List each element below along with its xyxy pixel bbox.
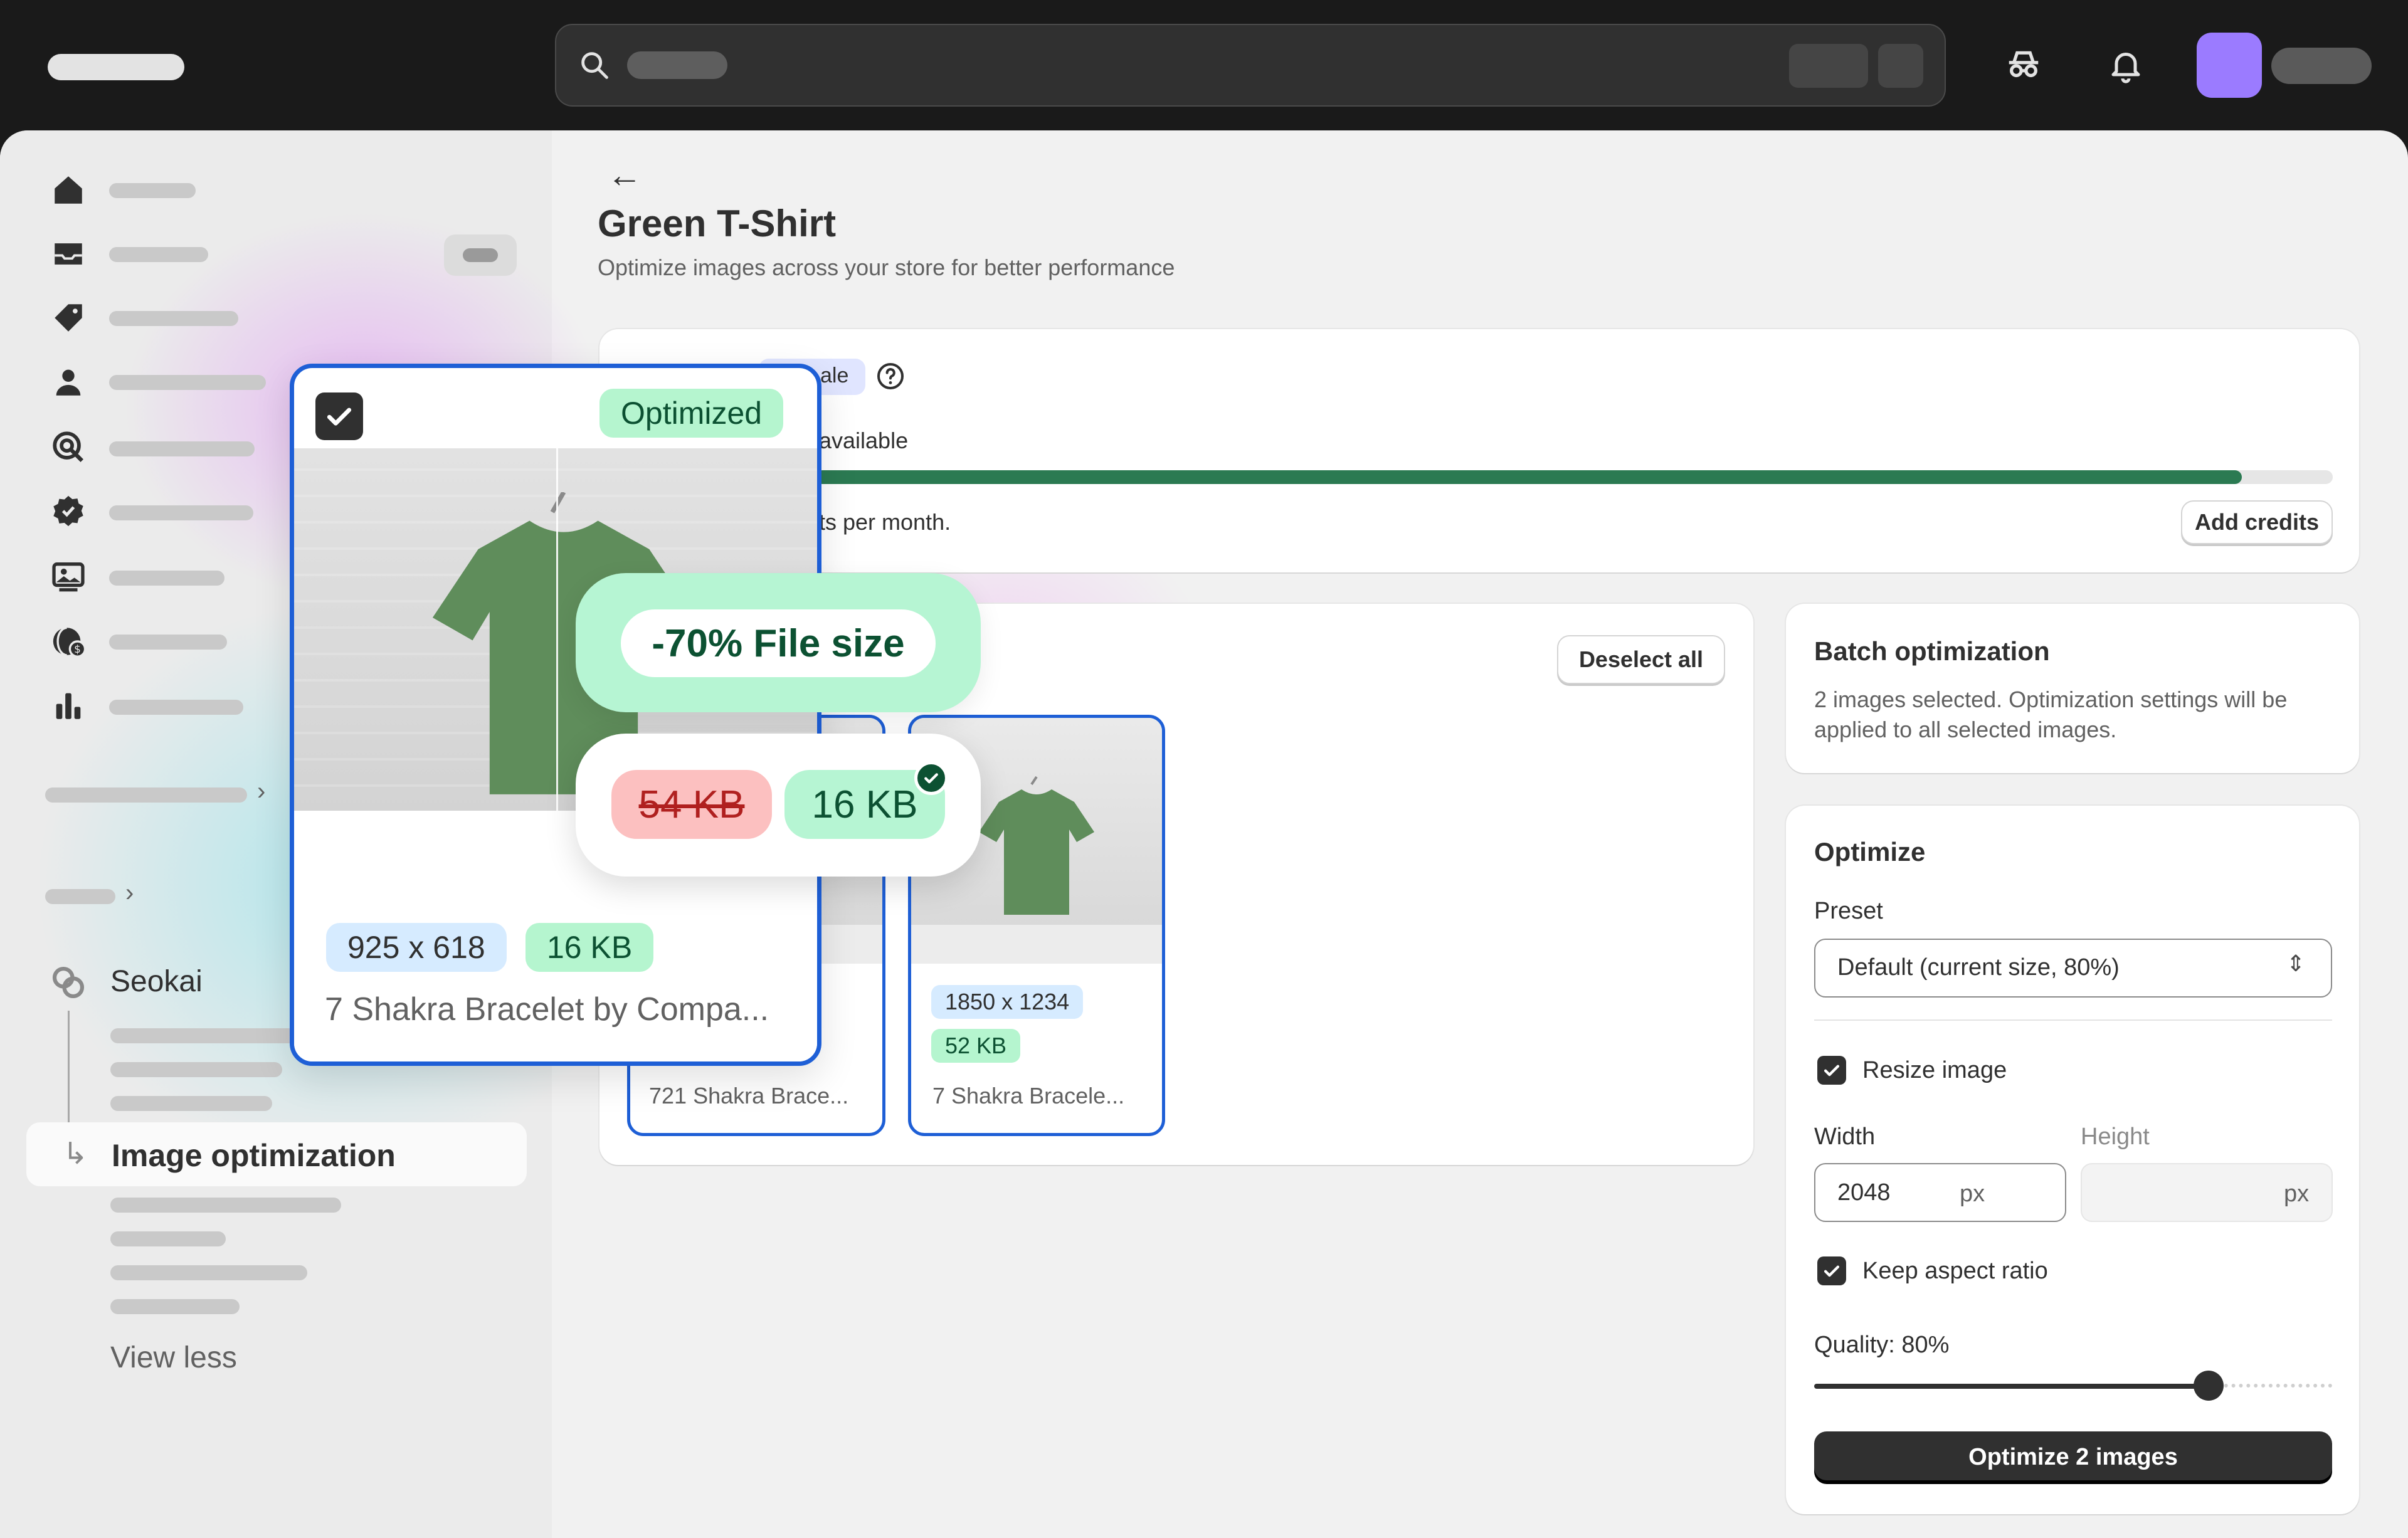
chevron-right-icon[interactable]: › <box>257 777 265 806</box>
preset-label: Preset <box>1814 898 1883 924</box>
page-title: Green T-Shirt <box>598 203 837 245</box>
select-arrows-icon: ⇕ <box>2286 951 2306 976</box>
add-credits-button[interactable]: Add credits <box>2181 500 2333 544</box>
view-less-link[interactable]: View less <box>110 1340 237 1375</box>
plan-badge-text: ale <box>820 364 849 387</box>
image-icon[interactable] <box>50 558 87 594</box>
seokai-app-icon <box>52 966 85 999</box>
target-icon[interactable] <box>50 429 87 465</box>
user-name-placeholder[interactable] <box>2271 48 2372 84</box>
height-label: Height <box>2081 1124 2150 1150</box>
before-after-divider[interactable] <box>556 448 558 811</box>
shortcut-key <box>1789 44 1868 88</box>
sub-item-placeholder[interactable] <box>110 1028 298 1043</box>
incognito-icon[interactable] <box>2004 46 2043 85</box>
image-caption: 721 Shakra Brace... <box>649 1083 849 1109</box>
nav-item-placeholder[interactable] <box>109 247 208 262</box>
search-icon <box>581 52 608 79</box>
nav-item-placeholder[interactable] <box>109 183 196 198</box>
dimensions-badge: 925 x 618 <box>326 923 507 972</box>
sub-item-placeholder[interactable] <box>110 1198 341 1213</box>
avatar[interactable] <box>2197 33 2262 98</box>
preview-checkbox[interactable] <box>315 392 363 440</box>
shortcut-key <box>1878 44 1923 88</box>
image-padding <box>911 925 1162 964</box>
tshirt-icon <box>979 776 1094 915</box>
width-label: Width <box>1814 1124 1876 1150</box>
resize-image-checkbox[interactable] <box>1817 1056 1846 1085</box>
old-size-badge: 54 KB <box>611 770 772 839</box>
seokai-app-label[interactable]: Seokai <box>110 964 203 999</box>
optimize-images-button[interactable]: Optimize 2 images <box>1814 1431 2332 1483</box>
svg-text:$: $ <box>74 643 81 655</box>
image-caption: 7 Shakra Bracelet by Compa... <box>325 991 769 1028</box>
sub-item-placeholder[interactable] <box>110 1265 307 1280</box>
check-icon <box>1824 1065 1840 1077</box>
nav-badge <box>444 234 517 276</box>
resize-image-label: Resize image <box>1862 1057 2007 1083</box>
check-icon <box>327 408 352 426</box>
sub-item-placeholder[interactable] <box>110 1062 282 1077</box>
credits-per-month-text: ts per month. <box>819 509 951 535</box>
nav-item-placeholder[interactable] <box>109 700 243 715</box>
chevron-right-icon[interactable]: › <box>125 879 134 907</box>
credits-progress-bar <box>815 470 2333 484</box>
divider <box>1814 1019 2332 1021</box>
search-placeholder <box>627 51 727 79</box>
preset-select-value: Default (current size, 80%) <box>1837 954 2120 981</box>
sidebar-item-label: Image optimization <box>112 1138 396 1173</box>
nav-item-placeholder[interactable] <box>109 311 238 326</box>
keep-aspect-label: Keep aspect ratio <box>1862 1258 2048 1284</box>
search-bar[interactable] <box>555 24 1946 107</box>
nav-item-placeholder[interactable] <box>109 635 227 650</box>
credits-progress-fill <box>815 470 2242 484</box>
sub-item-placeholder[interactable] <box>110 1299 240 1314</box>
store-logo[interactable] <box>48 54 184 80</box>
optimized-status-badge: Optimized <box>599 389 784 438</box>
tag-icon[interactable] <box>50 300 87 336</box>
inbox-icon[interactable] <box>50 236 87 272</box>
quality-slider-thumb[interactable] <box>2194 1371 2224 1401</box>
optimize-title: Optimize <box>1814 837 1926 866</box>
credits-available-text: available <box>819 428 909 453</box>
file-size-badge: 16 KB <box>525 923 654 972</box>
section-header-placeholder[interactable] <box>45 889 115 904</box>
height-unit: px <box>2284 1181 2310 1207</box>
keep-aspect-checkbox[interactable] <box>1817 1256 1846 1285</box>
nav-item-placeholder[interactable] <box>109 441 255 456</box>
back-arrow-icon[interactable]: ← <box>607 154 642 195</box>
bell-icon[interactable] <box>2107 46 2145 84</box>
quality-slider-rest[interactable] <box>2209 1384 2332 1389</box>
batch-title: Batch optimization <box>1814 636 2050 666</box>
dimensions-badge: 1850 x 1234 <box>931 985 1084 1019</box>
settings-badge-icon[interactable] <box>50 493 87 529</box>
width-input-value: 2048 <box>1837 1179 1891 1206</box>
check-circle-icon <box>914 761 948 795</box>
image-caption: 7 Shakra Bracele... <box>932 1083 1125 1109</box>
batch-description: 2 images selected. Optimization settings… <box>1814 687 2288 742</box>
nav-item-placeholder[interactable] <box>109 571 224 586</box>
sub-item-placeholder[interactable] <box>110 1231 226 1246</box>
page-subtitle: Optimize images across your store for be… <box>598 255 1175 280</box>
nav-item-placeholder[interactable] <box>109 375 266 390</box>
section-header-placeholder[interactable] <box>45 787 247 803</box>
analytics-icon[interactable] <box>50 687 87 724</box>
person-icon[interactable] <box>50 364 87 400</box>
help-icon[interactable] <box>875 361 906 391</box>
check-icon <box>1824 1265 1840 1277</box>
width-unit: px <box>1960 1181 1985 1207</box>
nav-item-placeholder[interactable] <box>109 505 253 520</box>
sub-item-placeholder[interactable] <box>110 1096 272 1111</box>
quality-slider-track[interactable] <box>1814 1384 2209 1389</box>
globe-dollar-icon[interactable]: $ <box>50 623 87 660</box>
deselect-all-button[interactable]: Deselect all <box>1557 635 1725 684</box>
quality-label: Quality: 80% <box>1814 1332 1950 1358</box>
file-size-badge: 52 KB <box>931 1029 1021 1063</box>
reduction-label: -70% File size <box>621 609 936 677</box>
tree-branch-arrow-icon: ↳ <box>63 1137 88 1171</box>
home-icon[interactable] <box>50 172 87 208</box>
